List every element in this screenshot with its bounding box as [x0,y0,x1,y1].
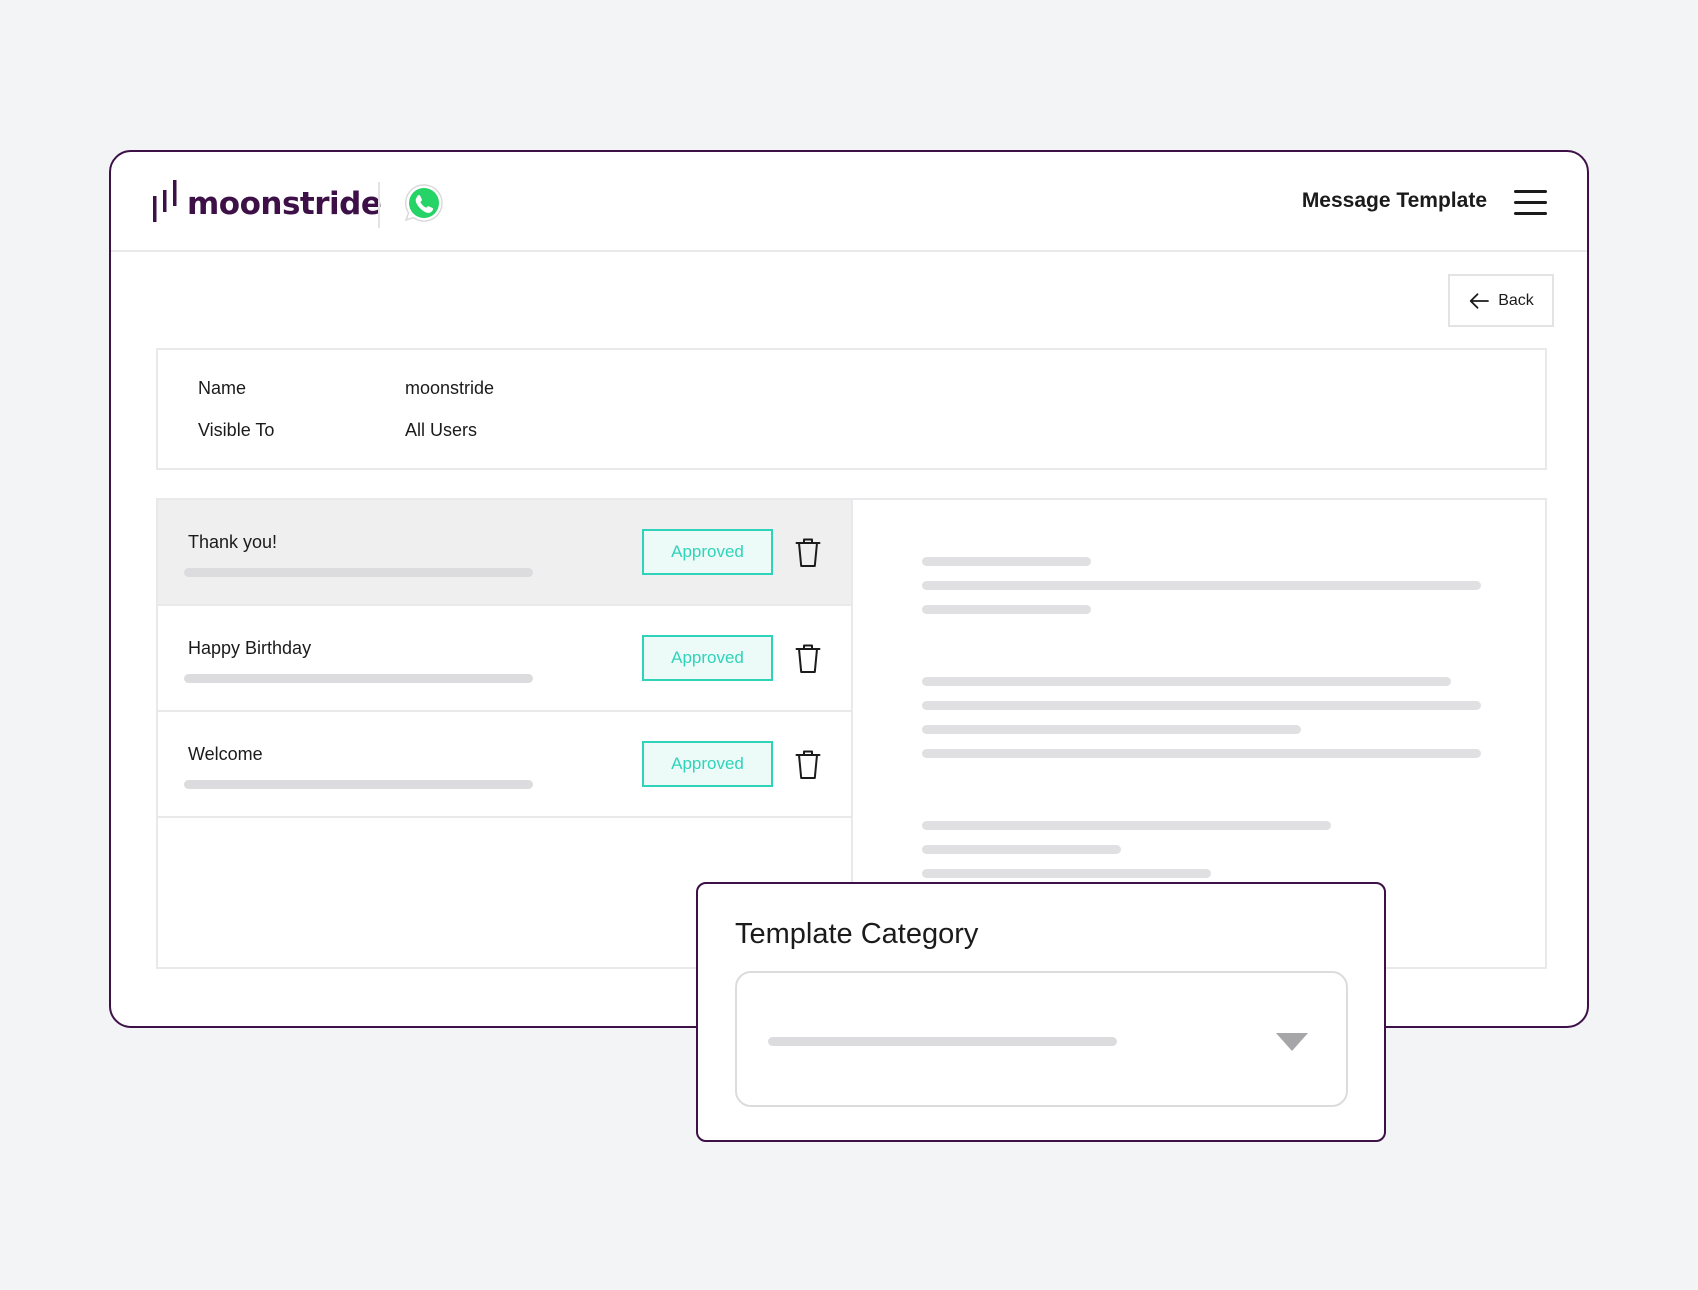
back-label: Back [1498,291,1534,309]
preview-placeholder-line [922,605,1091,614]
template-preview-placeholder [184,674,533,683]
trash-icon[interactable] [795,538,821,568]
template-preview-placeholder [184,780,533,789]
preview-placeholder-line [922,557,1091,566]
visible-to-value: All Users [405,420,478,440]
back-button[interactable]: Back [1448,274,1554,327]
preview-placeholder-line [922,581,1481,590]
template-preview-placeholder [184,568,533,577]
brand-logo[interactable]: moonstride [153,180,382,222]
template-category-popup: Template Category [696,882,1386,1142]
header-divider [378,182,380,228]
preview-placeholder-line [922,869,1211,878]
whatsapp-icon [404,184,443,222]
list-item[interactable]: Happy Birthday Approved [158,606,851,712]
caret-down-icon [1276,1033,1308,1051]
visible-to-row: Visible To All Users [198,420,477,441]
status-badge: Approved [642,741,773,787]
hamburger-icon[interactable] [1514,190,1547,216]
preview-placeholder-line [922,725,1301,734]
preview-placeholder-line [922,821,1331,830]
top-header: moonstride Message Template [111,152,1587,252]
brand-name: moonstride [187,186,382,222]
select-value-placeholder [768,1037,1117,1046]
template-details-card: Name moonstride Visible To All Users [156,348,1547,470]
preview-placeholder-line [922,677,1451,686]
preview-placeholder-line [922,749,1481,758]
canvas: moonstride Message Template Back Name mo… [0,0,1698,1290]
template-category-select[interactable] [735,971,1348,1107]
trash-icon[interactable] [795,750,821,780]
template-name: Welcome [188,744,263,764]
name-row: Name moonstride [198,378,494,399]
trash-icon[interactable] [795,644,821,674]
arrow-left-icon [1470,292,1490,309]
template-name: Happy Birthday [188,638,312,658]
popup-title: Template Category [735,918,979,950]
visible-to-label: Visible To [198,420,275,440]
template-name: Thank you! [188,532,278,552]
list-item[interactable]: Thank you! Approved [158,500,851,606]
list-item[interactable]: Welcome Approved [158,712,851,818]
page-title: Message Template [1301,189,1487,212]
name-label: Name [198,378,247,398]
name-value: moonstride [405,378,495,398]
preview-placeholder-line [922,845,1121,854]
preview-placeholder-line [922,701,1481,710]
moonstride-logo-icon [153,180,177,222]
status-badge: Approved [642,635,773,681]
status-badge: Approved [642,529,773,575]
